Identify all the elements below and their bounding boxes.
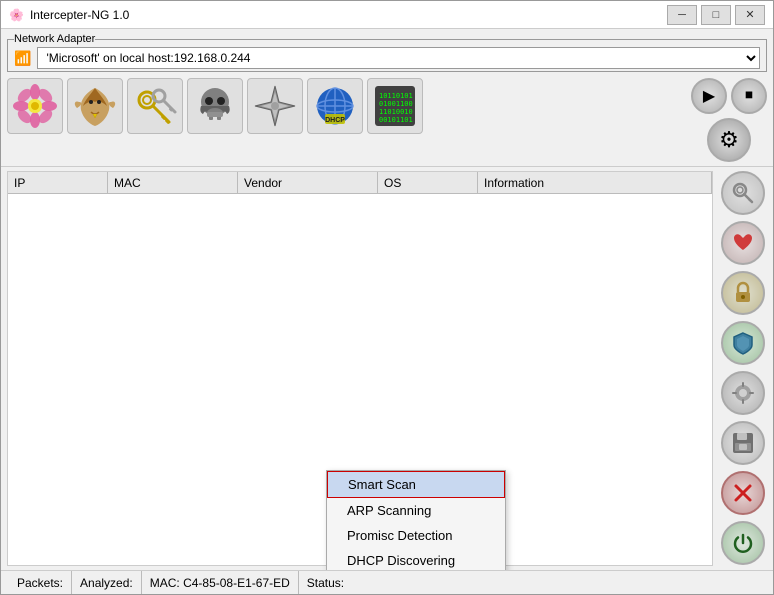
network-adapter-select[interactable]: 'Microsoft' on local host:192.168.0.244	[37, 47, 760, 69]
keys-icon-btn[interactable]	[127, 78, 183, 134]
gear2-side-button[interactable]	[721, 371, 765, 415]
svg-text:11010010: 11010010	[379, 108, 413, 116]
col-ip: IP	[8, 172, 108, 193]
svg-text:10110101: 10110101	[379, 92, 413, 100]
title-bar: 🌸 Intercepter-NG 1.0 ─ □ ✕	[1, 1, 773, 29]
minimize-button[interactable]: ─	[667, 5, 697, 25]
menu-item-promisc-detection[interactable]: Promisc Detection	[327, 523, 505, 548]
status-segment: Status:	[299, 571, 352, 594]
binary-icon-btn[interactable]: 10110101 01001100 11010010 00101101	[367, 78, 423, 134]
dhcp-icon-btn[interactable]: DHCP	[307, 78, 363, 134]
status-bar: Packets: Analyzed: MAC: C4-85-08-E1-67-E…	[1, 570, 773, 594]
col-mac: MAC	[108, 172, 238, 193]
analyzed-segment: Analyzed:	[72, 571, 142, 594]
col-os: OS	[378, 172, 478, 193]
toolbar: DHCP 10110101 01001100 11010010 00101101	[7, 78, 685, 134]
title-bar-controls: ─ □ ✕	[667, 5, 765, 25]
svg-text:DHCP: DHCP	[325, 117, 345, 124]
svg-text:00101101: 00101101	[379, 116, 413, 124]
col-vendor: Vendor	[238, 172, 378, 193]
table-container: IP MAC Vendor OS Information Smart Scan …	[7, 171, 713, 566]
x-side-button[interactable]	[721, 471, 765, 515]
network-adapter-group: Network Adapter 📶 'Microsoft' on local h…	[1, 29, 773, 74]
save-side-button[interactable]	[721, 421, 765, 465]
gear-button[interactable]: ⚙	[707, 118, 751, 162]
stop-button[interactable]: ⏹	[731, 78, 767, 114]
context-menu: Smart Scan ARP Scanning Promisc Detectio…	[326, 470, 506, 570]
table-header: IP MAC Vendor OS Information	[8, 172, 712, 194]
col-info: Information	[478, 172, 712, 193]
network-adapter-label: Network Adapter	[14, 33, 95, 45]
menu-item-dhcp-discovering[interactable]: DHCP Discovering	[327, 548, 505, 570]
play-button[interactable]: ▶	[691, 78, 727, 114]
network-adapter-icon: 📶	[14, 50, 31, 67]
side-panel	[713, 167, 773, 570]
skull-icon-btn[interactable]	[187, 78, 243, 134]
close-button[interactable]: ✕	[735, 5, 765, 25]
power-side-button[interactable]	[721, 521, 765, 565]
packets-segment: Packets:	[9, 571, 72, 594]
svg-text:01001100: 01001100	[379, 100, 413, 108]
mac-segment: MAC: C4-85-08-E1-67-ED	[142, 571, 299, 594]
lock-side-button[interactable]	[721, 271, 765, 315]
key-side-button[interactable]	[721, 171, 765, 215]
eagle-icon-btn[interactable]	[67, 78, 123, 134]
menu-item-arp-scanning[interactable]: ARP Scanning	[327, 498, 505, 523]
app-title: Intercepter-NG 1.0	[30, 8, 129, 22]
menu-item-smart-scan[interactable]: Smart Scan	[327, 471, 505, 498]
main-window: 🌸 Intercepter-NG 1.0 ─ □ ✕ Network Adapt…	[0, 0, 774, 595]
maximize-button[interactable]: □	[701, 5, 731, 25]
app-icon: 🌸	[9, 8, 24, 22]
main-content: IP MAC Vendor OS Information Smart Scan …	[1, 167, 773, 570]
shield-side-button[interactable]	[721, 321, 765, 365]
heartbleed-side-button[interactable]	[721, 221, 765, 265]
toolbar-right: ▶ ⏹ ⚙	[691, 78, 767, 162]
flower-icon-btn[interactable]	[7, 78, 63, 134]
title-bar-left: 🌸 Intercepter-NG 1.0	[9, 8, 129, 22]
cross-icon-btn[interactable]	[247, 78, 303, 134]
